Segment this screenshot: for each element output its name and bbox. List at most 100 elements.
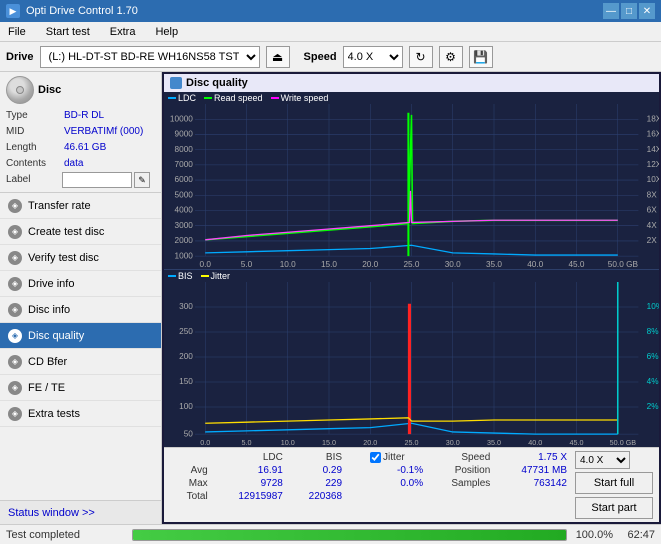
menu-help[interactable]: Help (151, 24, 182, 40)
svg-text:3000: 3000 (175, 220, 194, 230)
maximize-button[interactable]: □ (621, 3, 637, 19)
nav-transfer-rate[interactable]: ◈ Transfer rate (0, 193, 161, 219)
stat-header-ldc: LDC (212, 451, 287, 464)
progress-bar-fill (133, 530, 566, 540)
disc-quality-header: Disc quality (164, 74, 659, 92)
menu-extra[interactable]: Extra (106, 24, 140, 40)
stat-row-total: Total 12915987 220368 (170, 490, 571, 503)
transfer-rate-icon: ◈ (8, 199, 22, 213)
read-speed-legend-label: Read speed (214, 93, 263, 103)
svg-text:15.0: 15.0 (322, 438, 336, 445)
close-button[interactable]: ✕ (639, 3, 655, 19)
svg-text:300: 300 (179, 301, 193, 311)
nav-disc-info[interactable]: ◈ Disc info (0, 297, 161, 323)
disc-label-label: Label (6, 172, 60, 188)
svg-text:8000: 8000 (175, 144, 194, 154)
stat-max-ldc: 9728 (212, 477, 287, 490)
drive-select[interactable]: (L:) HL-DT-ST BD-RE WH16NS58 TST4 (40, 46, 260, 68)
svg-text:30.0: 30.0 (445, 259, 461, 267)
nav-list: ◈ Transfer rate ◈ Create test disc ◈ Ver… (0, 193, 161, 500)
eject-button[interactable]: ⏏ (266, 46, 290, 68)
disc-type-row: Type BD-R DL (6, 108, 155, 124)
disc-quality-title: Disc quality (186, 77, 248, 89)
stat-avg-bis: 0.29 (287, 464, 346, 477)
svg-text:10.0: 10.0 (281, 438, 295, 445)
type-label: Type (6, 108, 60, 124)
nav-disc-info-label: Disc info (28, 304, 70, 316)
svg-text:45.0: 45.0 (568, 259, 584, 267)
svg-text:2%: 2% (647, 401, 659, 411)
jitter-checkbox[interactable] (370, 452, 381, 463)
drive-label: Drive (6, 51, 34, 63)
start-part-button[interactable]: Start part (575, 497, 653, 519)
svg-text:5.0: 5.0 (241, 259, 253, 267)
minimize-button[interactable]: — (603, 3, 619, 19)
left-panel: Disc Type BD-R DL MID VERBATIMf (000) Le… (0, 72, 162, 524)
ldc-legend-dot (168, 97, 176, 99)
menu-file[interactable]: File (4, 24, 30, 40)
progress-text: 100.0% (573, 529, 613, 541)
time-text: 62:47 (619, 529, 655, 541)
nav-cd-bfer[interactable]: ◈ CD Bfer (0, 349, 161, 375)
start-full-button[interactable]: Start full (575, 472, 653, 494)
settings-button[interactable]: ⚙ (439, 46, 463, 68)
svg-text:10000: 10000 (170, 113, 193, 123)
nav-extra-tests[interactable]: ◈ Extra tests (0, 401, 161, 427)
app-title: Opti Drive Control 1.70 (26, 5, 138, 17)
speed-select-stats[interactable]: 4.0 X (575, 451, 630, 469)
jitter-label: Jitter (383, 452, 405, 463)
svg-text:45.0: 45.0 (569, 438, 583, 445)
menu-start-test[interactable]: Start test (42, 24, 94, 40)
status-window[interactable]: Status window >> (0, 500, 161, 524)
stat-avg-empty (346, 464, 366, 477)
chart1-svg: 10000 9000 8000 7000 6000 5000 4000 3000… (164, 104, 659, 267)
nav-disc-quality[interactable]: ◈ Disc quality (0, 323, 161, 349)
disc-info-icon: ◈ (8, 303, 22, 317)
svg-text:0.0: 0.0 (200, 259, 212, 267)
label-input[interactable] (62, 172, 132, 188)
nav-verify-test-disc[interactable]: ◈ Verify test disc (0, 245, 161, 271)
chart2-container: BIS Jitter (164, 270, 659, 447)
disc-icon-inner (16, 86, 24, 94)
nav-fe-te[interactable]: ◈ FE / TE (0, 375, 161, 401)
disc-quality-header-icon (170, 77, 182, 89)
stat-header-speed-val: 1.75 X (494, 451, 571, 464)
stat-position-val: 47731 MB (494, 464, 571, 477)
ldc-legend-label: LDC (178, 93, 196, 103)
svg-text:15.0: 15.0 (321, 259, 337, 267)
svg-text:200: 200 (179, 351, 193, 361)
svg-text:7000: 7000 (175, 159, 194, 169)
svg-text:50.0 GB: 50.0 GB (610, 438, 637, 445)
disc-icon (6, 76, 34, 104)
nav-drive-info[interactable]: ◈ Drive info (0, 271, 161, 297)
nav-cd-bfer-label: CD Bfer (28, 356, 67, 368)
stat-max-empty (346, 477, 366, 490)
svg-text:150: 150 (179, 376, 193, 386)
svg-text:10%: 10% (647, 301, 659, 311)
nav-drive-info-label: Drive info (28, 278, 74, 290)
label-edit-button[interactable]: ✎ (134, 172, 150, 188)
legend-jitter: Jitter (201, 271, 231, 281)
fe-te-icon: ◈ (8, 381, 22, 395)
svg-text:250: 250 (179, 326, 193, 336)
write-speed-legend-dot (271, 97, 279, 99)
nav-create-test-disc-label: Create test disc (28, 226, 104, 238)
menu-bar: File Start test Extra Help (0, 22, 661, 42)
type-value: BD-R DL (64, 108, 104, 124)
svg-text:0.0: 0.0 (200, 438, 210, 445)
stat-table: LDC BIS Jitter Speed 1.75 (170, 451, 571, 503)
svg-text:25.0: 25.0 (404, 438, 418, 445)
disc-quality-icon: ◈ (8, 329, 22, 343)
stat-total-label: Total (170, 490, 212, 503)
svg-text:50: 50 (184, 428, 193, 438)
stats-row: LDC BIS Jitter Speed 1.75 (164, 447, 659, 522)
contents-label: Contents (6, 156, 60, 172)
refresh-button[interactable]: ↻ (409, 46, 433, 68)
stat-header-speed-label: Speed (427, 451, 494, 464)
contents-value: data (64, 156, 83, 172)
save-button[interactable]: 💾 (469, 46, 493, 68)
svg-text:6000: 6000 (175, 174, 194, 184)
speed-select[interactable]: 4.0 X 1.0 X 2.0 X 6.0 X 8.0 X Max (343, 46, 403, 68)
nav-create-test-disc[interactable]: ◈ Create test disc (0, 219, 161, 245)
disc-label-row: Label ✎ (6, 172, 155, 188)
